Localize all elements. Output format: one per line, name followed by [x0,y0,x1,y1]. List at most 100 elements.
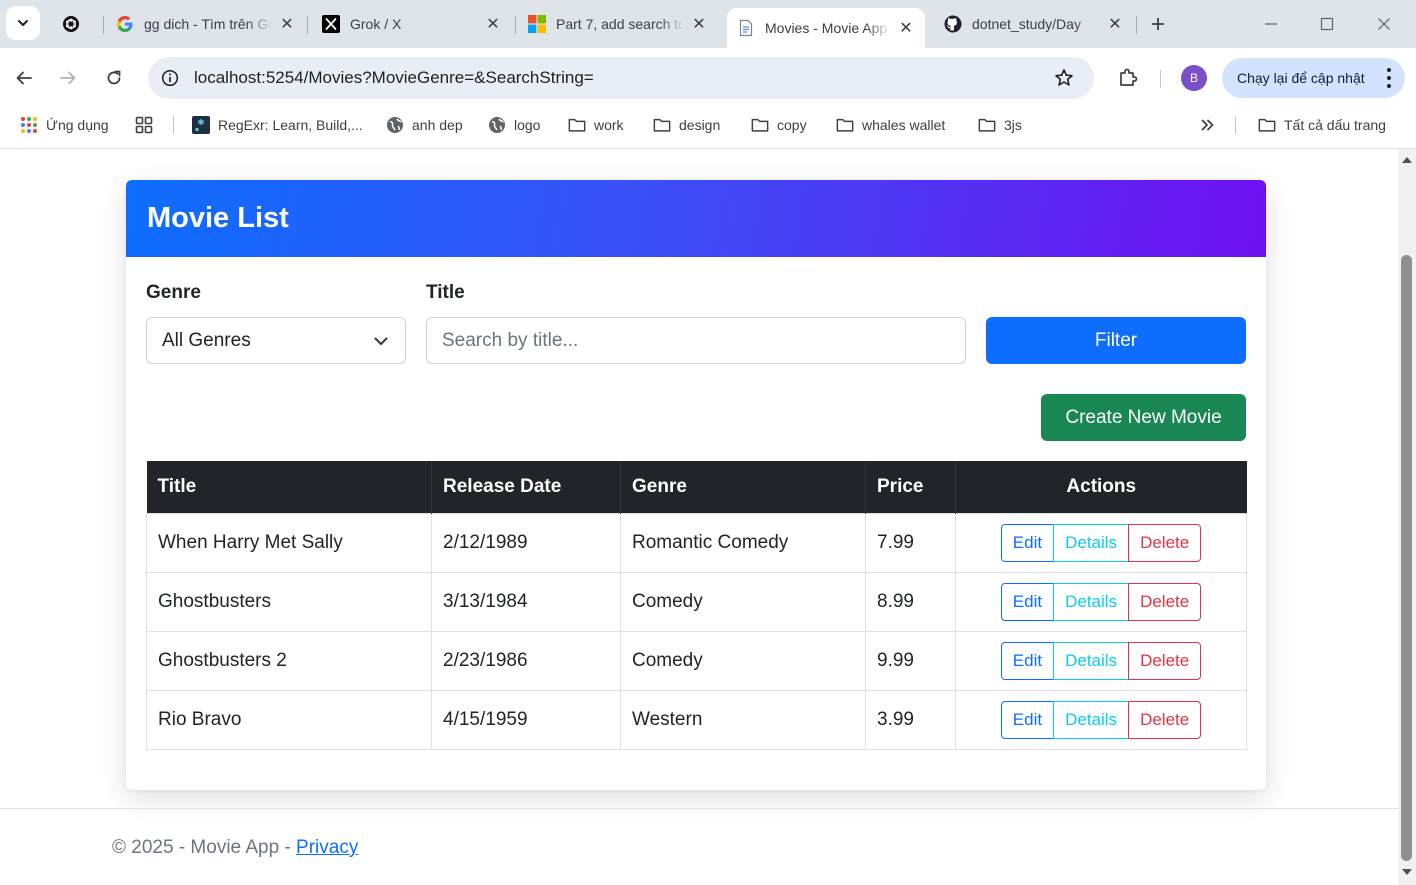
new-tab-button[interactable] [1144,10,1172,38]
bookmarks-bar: Ứng dụng RegExr: Learn, Build,... anh de… [0,108,1416,142]
tab-github[interactable]: dotnet_study/Day ✕ [934,6,1134,42]
chevron-down-icon [374,337,388,345]
table-row: Rio Bravo 4/15/1959 Western 3.99 Edit De… [146,689,1247,750]
github-icon [944,15,962,33]
bookmark-label: 3js [1004,117,1022,133]
reload-icon [107,70,121,85]
update-chrome-button[interactable]: Chạy lại để cập nhật [1222,58,1405,98]
bookmark-star-icon[interactable] [1052,66,1076,90]
table-row: Ghostbusters 2 2/23/1986 Comedy 9.99 Edi… [146,630,1247,691]
scrollbar-thumb[interactable] [1401,255,1412,861]
cell-actions: Edit Details Delete [955,512,1247,573]
folder-icon [836,116,854,134]
scroll-up-arrow-icon[interactable] [1402,157,1412,163]
back-button[interactable] [8,62,40,94]
puzzle-icon [1120,68,1138,86]
folder-icon [653,116,671,134]
bookmark-label: Ứng dụng [46,117,109,133]
edit-button[interactable]: Edit [1000,641,1055,680]
table-row: Ghostbusters 3/13/1984 Comedy 8.99 Edit … [146,571,1247,632]
bookmark-folder-whales-wallet[interactable]: whales wallet [836,114,945,136]
close-icon[interactable]: ✕ [897,19,915,37]
close-window-button[interactable] [1370,10,1398,38]
delete-button[interactable]: Delete [1128,700,1202,739]
bookmark-apps[interactable]: Ứng dụng [20,114,109,136]
scroll-down-arrow-icon[interactable] [1402,869,1412,875]
tab-openai[interactable] [52,6,100,42]
folder-icon [751,116,769,134]
url-text[interactable]: localhost:5254/Movies?MovieGenre=&Search… [194,68,594,88]
details-button[interactable]: Details [1053,523,1130,562]
page-viewport: Movie List Genre Title All Genres Filter… [0,149,1398,885]
privacy-link[interactable]: Privacy [296,837,358,858]
page-icon [737,19,755,37]
cell-release-date: 2/12/1989 [431,512,621,573]
genre-select[interactable]: All Genres [146,317,406,364]
tab-title: Grok / X [350,16,402,32]
bookmark-folder-copy[interactable]: copy [751,114,807,136]
details-button[interactable]: Details [1053,582,1130,621]
bookmark-anh-dep[interactable]: anh dep [386,114,463,136]
edit-button[interactable]: Edit [1000,582,1055,621]
tab-search-button[interactable] [6,6,40,40]
filter-button[interactable]: Filter [986,317,1246,364]
site-info-icon[interactable] [158,66,182,90]
column-header-release-date: Release Date [431,461,621,513]
more-vert-icon[interactable] [1387,68,1391,88]
folder-icon [1258,116,1276,134]
edit-button[interactable]: Edit [1000,700,1055,739]
cell-title: Ghostbusters 2 [146,630,432,691]
page-scrollbar[interactable] [1398,149,1416,885]
minimize-button[interactable] [1257,10,1285,38]
tab-movies-active[interactable]: Movies - Movie App ✕ [727,8,925,48]
create-new-movie-button[interactable]: Create New Movie [1041,394,1246,441]
extensions-button[interactable] [1114,63,1142,91]
bookmark-logo[interactable]: logo [488,114,540,136]
close-icon[interactable]: ✕ [1106,15,1124,33]
maximize-button[interactable] [1313,10,1341,38]
cell-price: 7.99 [865,512,956,573]
tab-microsoft-docs[interactable]: Part 7, add search to an ASP.NET Core MV… [518,6,718,42]
title-search-input[interactable] [426,317,966,364]
cell-release-date: 3/13/1984 [431,571,621,632]
tab-google[interactable]: gg dich - Tìm trên Google ✕ [106,6,306,42]
folder-icon [978,116,996,134]
cell-actions: Edit Details Delete [955,630,1247,691]
all-bookmarks-button[interactable]: Tất cả dấu trang [1258,114,1386,136]
forward-button[interactable] [52,62,84,94]
close-icon[interactable]: ✕ [690,15,708,33]
double-chevron-right-icon [1198,116,1216,134]
reload-button[interactable] [98,62,130,94]
cell-price: 9.99 [865,630,956,691]
maximize-icon [1320,17,1334,31]
bookmark-folder-work[interactable]: work [568,114,624,136]
details-button[interactable]: Details [1053,641,1130,680]
bookmark-label: design [679,117,721,133]
column-header-actions: Actions [955,461,1247,513]
address-bar[interactable]: localhost:5254/Movies?MovieGenre=&Search… [148,57,1094,99]
arrow-left-icon [16,71,32,85]
tab-title: Part 7, add search to an ASP.NET Core MV… [556,16,684,32]
title-label: Title [426,282,465,303]
details-button[interactable]: Details [1053,700,1130,739]
movie-list-card: Movie List Genre Title All Genres Filter… [126,180,1266,790]
edit-button[interactable]: Edit [1000,523,1055,562]
apps-grid-icon [20,116,38,134]
cell-title: When Harry Met Sally [146,512,432,573]
bookmark-folder-design[interactable]: design [653,114,720,136]
close-icon[interactable]: ✕ [278,15,296,33]
bookmark-folder-3js[interactable]: 3js [978,114,1022,136]
close-icon[interactable]: ✕ [484,15,502,33]
arrow-right-icon [60,71,76,85]
bookmarks-overflow-button[interactable] [1198,114,1224,136]
minimize-icon [1265,23,1277,25]
profile-avatar[interactable]: B [1181,65,1207,91]
delete-button[interactable]: Delete [1128,582,1202,621]
google-icon [116,15,134,33]
delete-button[interactable]: Delete [1128,523,1202,562]
tab-grok[interactable]: Grok / X ✕ [312,6,512,42]
bookmark-tab-groups[interactable] [135,114,161,136]
delete-button[interactable]: Delete [1128,641,1202,680]
bookmark-regexr[interactable]: RegExr: Learn, Build,... [192,114,363,136]
cell-genre: Comedy [620,630,866,691]
